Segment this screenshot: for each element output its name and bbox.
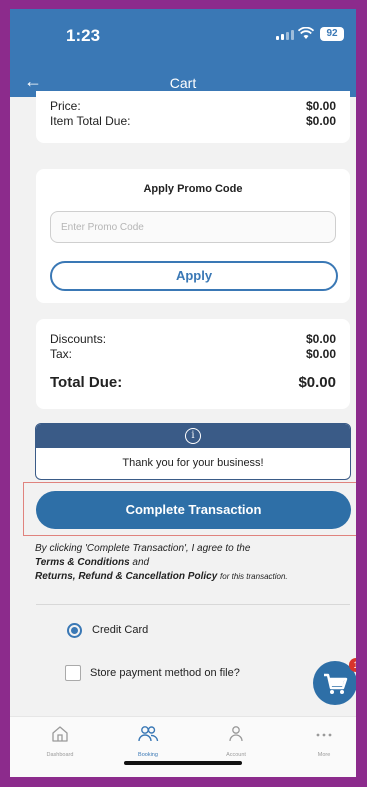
price-label: Price:: [50, 99, 81, 113]
thank-you-message: Thank you for your business!: [122, 457, 264, 469]
legal-intro: By clicking 'Complete Transaction', I ag…: [35, 543, 251, 554]
promo-card: Apply Promo Code Apply: [36, 169, 350, 303]
info-header: i: [36, 424, 350, 448]
status-time: 1:23: [66, 26, 101, 45]
promo-code-input[interactable]: [50, 211, 336, 243]
promo-title: Apply Promo Code: [143, 183, 243, 195]
discounts-value: $0.00: [305, 332, 336, 346]
legal-and: and: [132, 557, 150, 568]
credit-card-label: Credit Card: [92, 624, 149, 636]
tax-label: Tax:: [50, 347, 73, 361]
more-dots-icon: [316, 733, 332, 737]
battery-icon: 92: [320, 27, 344, 41]
store-method-label: Store payment method on file?: [90, 667, 240, 679]
phone-screen: 1:23 92 ← Cart Price: $0.00 Item Total D…: [10, 9, 356, 777]
tab-account-label: Account: [226, 752, 246, 758]
tab-more[interactable]: More: [294, 725, 354, 758]
home-icon: [52, 726, 68, 742]
item-total-value: $0.00: [305, 114, 336, 128]
people-icon: [138, 726, 159, 742]
total-due-label: Total Due:: [50, 374, 123, 391]
divider: [36, 604, 350, 605]
terms-link[interactable]: Terms & Conditions: [35, 557, 130, 568]
complete-transaction-button[interactable]: Complete Transaction: [36, 491, 351, 529]
thank-you-banner: i Thank you for your business!: [35, 423, 351, 480]
tab-booking[interactable]: Booking: [118, 725, 178, 758]
info-icon: i: [185, 428, 201, 444]
status-bar: 1:23 92: [10, 9, 356, 67]
discounts-row: Discounts: $0.00: [50, 332, 336, 347]
home-indicator: [124, 761, 242, 765]
legal-text: By clicking 'Complete Transaction', I ag…: [35, 542, 345, 584]
tax-value: $0.00: [305, 347, 336, 361]
person-icon: [229, 726, 243, 742]
store-method-checkbox[interactable]: [65, 665, 81, 681]
item-total-label: Item Total Due:: [50, 114, 131, 128]
signal-icon: [276, 30, 294, 40]
cart-count-badge: 1: [349, 658, 356, 672]
tab-more-label: More: [317, 752, 331, 758]
item-total-row: Item Total Due: $0.00: [50, 114, 336, 129]
price-value: $0.00: [305, 99, 336, 113]
apply-button[interactable]: Apply: [50, 261, 338, 291]
tax-row: Tax: $0.00: [50, 347, 336, 362]
totals-card: Discounts: $0.00 Tax: $0.00 Total Due: $…: [36, 319, 350, 409]
discounts-label: Discounts:: [50, 332, 107, 346]
credit-card-radio[interactable]: [67, 623, 82, 638]
tab-account[interactable]: Account: [206, 725, 266, 758]
wifi-icon: [298, 27, 314, 39]
legal-suffix: for this transaction.: [220, 572, 288, 581]
page-title: Cart: [169, 75, 197, 91]
policy-link[interactable]: Returns, Refund & Cancellation Policy: [35, 571, 217, 582]
tab-dashboard-label: Dashboard: [46, 752, 74, 758]
price-row: Price: $0.00: [50, 99, 336, 114]
tab-dashboard[interactable]: Dashboard: [30, 725, 90, 758]
total-due-value: $0.00: [298, 374, 336, 391]
total-due-row: Total Due: $0.00: [50, 374, 336, 391]
price-summary-card: Price: $0.00 Item Total Due: $0.00: [36, 91, 350, 143]
tab-booking-label: Booking: [138, 752, 158, 758]
bottom-tab-bar: Dashboard Booking Account More: [10, 716, 356, 777]
